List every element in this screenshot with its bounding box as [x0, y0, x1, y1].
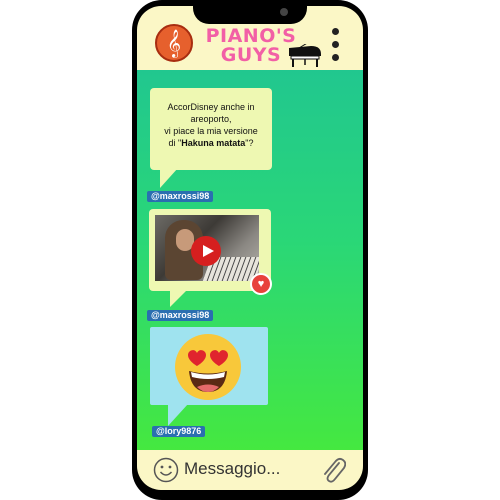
paperclip-icon[interactable]	[320, 456, 346, 484]
message-input[interactable]: Messaggio...	[184, 459, 280, 479]
bubble-tail	[170, 289, 188, 307]
bubble-tail	[160, 168, 178, 188]
bubble-tail	[168, 404, 188, 426]
username-tag[interactable]: @maxrossi98	[147, 310, 214, 321]
phone-notch	[193, 0, 307, 24]
song-title: Hakuna matata	[181, 138, 246, 148]
grand-piano-icon	[289, 44, 321, 67]
smiley-icon[interactable]	[153, 457, 179, 483]
message-text-fragment: di "	[168, 138, 182, 148]
message-text-line: AccorDisney anche in	[167, 102, 255, 112]
brand-line-2: GUYS	[220, 44, 282, 66]
message-text-line: vi piace la mia versione	[156, 125, 266, 137]
text-message-bubble: AccorDisney anche in areoporto, vi piace…	[150, 88, 272, 170]
treble-clef-icon[interactable]: 𝄞	[155, 24, 193, 62]
front-camera	[280, 8, 288, 16]
message-text-fragment: "?	[245, 138, 254, 148]
heart-eyes-emoji	[175, 334, 241, 400]
message-text-line: vi piace la mia versione	[164, 126, 258, 136]
play-icon[interactable]	[191, 236, 221, 266]
group-name: PIANO'S GUYS	[203, 27, 299, 65]
video-thumbnail[interactable]	[155, 215, 259, 281]
heart-icon[interactable]: ♥	[250, 273, 272, 295]
username-tag[interactable]: @lory9876	[152, 426, 206, 437]
username-tag[interactable]: @maxrossi98	[147, 191, 214, 202]
vertical-dots-icon[interactable]	[332, 28, 340, 62]
message-text-line: di "Hakuna matata"?	[156, 137, 266, 149]
message-text-line: areoporto,	[190, 114, 232, 124]
